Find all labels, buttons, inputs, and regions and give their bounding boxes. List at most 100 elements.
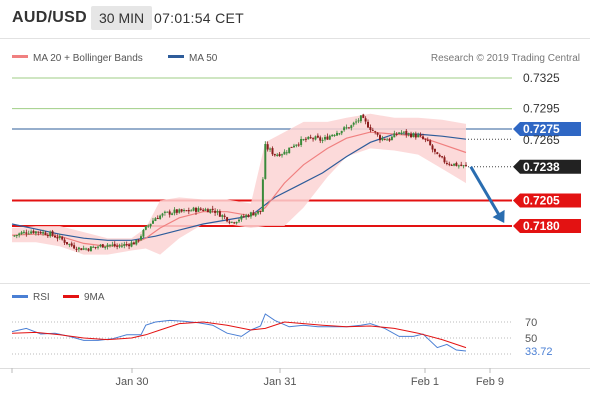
candle-body — [319, 137, 322, 141]
candle-body — [32, 230, 35, 234]
candle-body — [364, 118, 367, 122]
candle-body — [441, 156, 444, 158]
candle-body — [288, 147, 291, 154]
candle-body — [233, 222, 236, 224]
candle-body — [393, 133, 396, 138]
candle-body — [238, 219, 240, 222]
candle-body — [18, 233, 21, 236]
candle-body — [422, 136, 424, 139]
candle-body — [450, 164, 453, 166]
candle-body — [433, 148, 436, 152]
candle-body — [324, 137, 326, 140]
candle-body — [13, 235, 16, 237]
candle-body — [321, 139, 324, 141]
candle-body — [252, 212, 255, 216]
candle-body — [54, 235, 56, 238]
candle-body — [359, 115, 362, 122]
candle-body — [101, 244, 104, 248]
candle-body — [223, 215, 226, 217]
candle-body — [230, 221, 233, 223]
candle-body — [77, 247, 80, 250]
candle-body — [374, 131, 377, 133]
candle-body — [362, 114, 365, 118]
ma50-legend-swatch — [168, 55, 184, 58]
candle-body — [388, 138, 391, 141]
candle-body — [27, 233, 30, 235]
candle-body — [340, 130, 343, 134]
candle-body — [166, 211, 169, 213]
candle-body — [462, 165, 465, 167]
candle-body — [147, 225, 150, 227]
rsi-level-label: 50 — [525, 333, 537, 345]
candle-body — [443, 157, 446, 163]
candle-body — [37, 231, 40, 233]
candle-body — [82, 248, 85, 250]
x-tick-label: Feb 1 — [411, 376, 439, 388]
rsi-ma-legend-swatch — [63, 295, 79, 298]
candle-body — [168, 211, 171, 215]
candle-body — [448, 163, 451, 165]
candle-body — [187, 210, 190, 212]
x-axis: Jan 30 Jan 31 Feb 1 Feb 9 — [11, 368, 504, 388]
candle-body — [73, 245, 76, 249]
candle-body — [338, 133, 341, 135]
rsi-line — [11, 313, 467, 352]
candle-body — [75, 248, 78, 250]
candle-body — [402, 131, 405, 133]
candle-body — [97, 246, 99, 248]
candle-body — [144, 226, 147, 230]
candle-body — [269, 148, 272, 150]
candle-body — [352, 122, 355, 125]
candle-body — [109, 244, 111, 246]
candle-body — [66, 242, 68, 245]
candle-body — [180, 209, 183, 212]
x-tick-label: Jan 30 — [115, 376, 148, 388]
candle-body — [190, 210, 193, 212]
candle-body — [42, 232, 45, 234]
candle-body — [457, 165, 460, 167]
research-credit: Research © 2019 Trading Central — [431, 53, 580, 64]
dotted-level-label: 0.7265 — [523, 133, 560, 147]
candle-body — [226, 217, 229, 222]
candle-body — [137, 239, 140, 241]
level-labels: 0.73250.72950.72750.72650.72380.72050.71… — [513, 71, 581, 233]
candle-body — [197, 208, 200, 212]
candle-body — [120, 245, 123, 247]
candle-body — [405, 130, 408, 135]
candle-body — [302, 139, 305, 141]
candle-body — [228, 221, 231, 223]
candle-body — [140, 236, 142, 240]
candle-body — [436, 152, 439, 155]
candle-body — [460, 164, 463, 166]
candle-body — [216, 211, 219, 213]
candle-body — [266, 144, 269, 150]
candle-body — [307, 136, 310, 140]
candle-body — [383, 138, 386, 140]
candle-body — [113, 243, 116, 247]
price-layer — [11, 77, 512, 255]
candle-body — [300, 139, 303, 145]
candle-body — [316, 135, 319, 138]
candle-body — [367, 121, 369, 128]
candle-body — [357, 120, 360, 122]
candle-body — [312, 138, 315, 140]
candle-body — [369, 127, 372, 130]
candle-body — [455, 162, 458, 166]
candle-body — [400, 132, 403, 134]
candle-body — [343, 127, 346, 131]
candle-body — [331, 134, 334, 137]
candle-body — [199, 208, 202, 210]
candle-body — [465, 164, 467, 166]
candle-body — [175, 209, 178, 213]
support-level-label: 0.7205 — [523, 193, 560, 207]
candle-body — [125, 244, 128, 246]
candle-body — [407, 133, 410, 135]
candle-body — [254, 213, 257, 216]
resistance-level-label: 0.7325 — [523, 71, 560, 85]
candle-body — [426, 139, 429, 141]
candle-body — [173, 209, 176, 214]
ma20-legend-swatch — [12, 55, 28, 58]
candle-body — [304, 138, 307, 140]
price-chart: MA 20 + Bollinger Bands MA 50 Research ©… — [0, 38, 590, 388]
candle-body — [123, 244, 126, 246]
